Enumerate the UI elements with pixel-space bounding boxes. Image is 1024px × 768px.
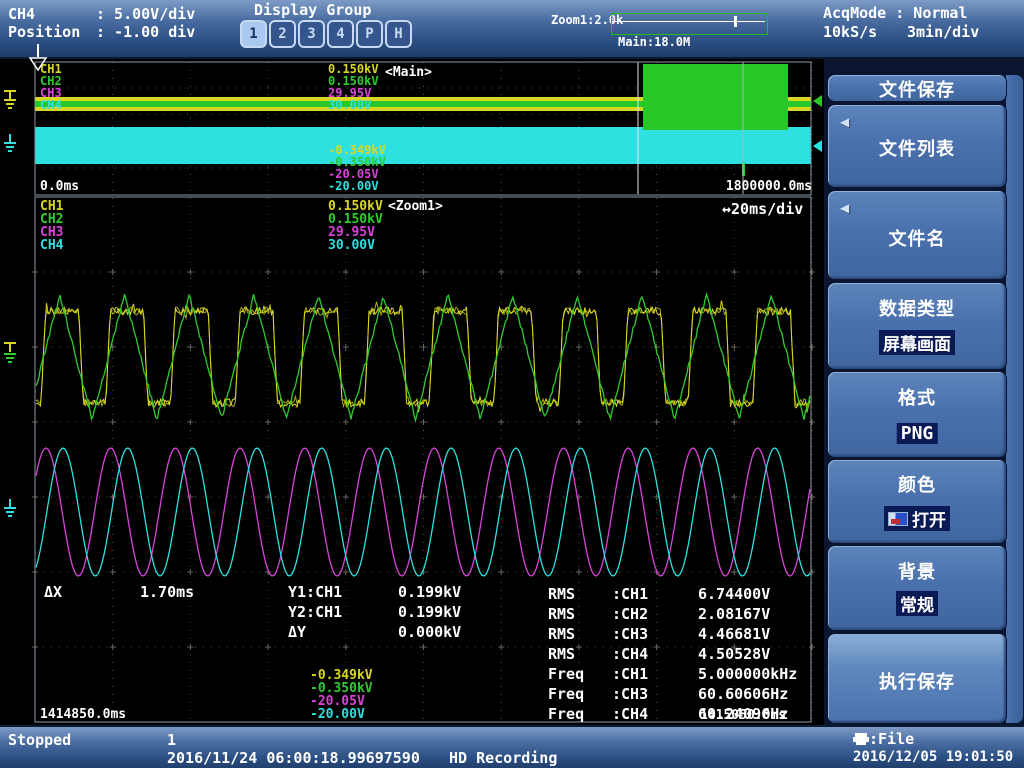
meas-val-6: 60.60606Hz xyxy=(698,685,788,703)
sample-rate-label: 10kS/s xyxy=(823,23,877,41)
color-button[interactable]: 颜色 打开 xyxy=(827,459,1007,544)
meas-ch-2: :CH2 xyxy=(612,605,648,623)
oscilloscope-screen: CH4 : 5.00V/div Position : -1.00 div Dis… xyxy=(0,0,1024,768)
meas-func-3: RMS xyxy=(548,625,575,643)
cursor-y2-label: Y2:CH1 xyxy=(288,603,342,621)
display-group-label: Display Group xyxy=(254,1,371,19)
zoom-window-title: <Zoom1> xyxy=(388,200,443,214)
main-record-length-label: Main:18.0M xyxy=(618,36,690,49)
printer-icon xyxy=(853,733,869,745)
display-group-buttons: 1 2 3 4 P H xyxy=(240,20,414,48)
position-label: Position xyxy=(8,23,80,41)
display-group-button-3[interactable]: 3 xyxy=(298,20,325,48)
meas-func-2: RMS xyxy=(548,605,575,623)
execute-save-button[interactable]: 执行保存 xyxy=(827,633,1007,724)
meas-val-4: 4.50528V xyxy=(698,645,770,663)
print-target: :File xyxy=(853,730,914,748)
active-channel-label: CH4 xyxy=(8,5,35,23)
acquisition-timestamp: 2016/11/24 06:00:18.99697590 xyxy=(167,749,420,767)
menu-title-bar: 文件保存 xyxy=(827,74,1007,102)
acquisition-state: Stopped xyxy=(8,731,71,749)
main-time-start: 0.0ms xyxy=(40,180,79,194)
display-group-button-p[interactable]: P xyxy=(356,20,383,48)
meas-func-6: Freq xyxy=(548,685,584,703)
data-type-value: 屏幕画面 xyxy=(879,330,955,355)
display-group-button-1[interactable]: 1 xyxy=(240,20,267,48)
menu-side-strip xyxy=(1005,74,1024,724)
meas-func-1: RMS xyxy=(548,585,575,603)
main-window-title: <Main> xyxy=(385,66,432,80)
zoom-ch4-label: CH4 xyxy=(40,239,63,253)
menu-title: 文件保存 xyxy=(828,76,1006,102)
meas-val-3: 4.46681V xyxy=(698,625,770,643)
meas-ch-6: :CH3 xyxy=(612,685,648,703)
cursor-y1-label: Y1:CH1 xyxy=(288,583,342,601)
ch4-ground-icon-main xyxy=(2,133,18,159)
delta-x-value: 1.70ms xyxy=(140,583,194,601)
display-group-button-2[interactable]: 2 xyxy=(269,20,296,48)
zoom-ch4-lower: -20.00V xyxy=(310,708,365,722)
trigger-position-arrow-icon xyxy=(28,44,48,72)
zoom-ch4-scale: 30.00V xyxy=(328,239,375,253)
left-arrow-icon: ◀ xyxy=(840,115,849,129)
background-value: 常规 xyxy=(896,591,938,616)
softkey-menu-panel: 文件保存 ◀ 文件列表 ◀ 文件名 数据类型 屏幕画面 格式 PNG 颜色 打开… xyxy=(824,57,1024,725)
meas-ch-1: :CH1 xyxy=(612,585,648,603)
position-value: : -1.00 div xyxy=(96,23,195,41)
ch1-ch2-ground-icon-zoom xyxy=(2,340,18,366)
file-list-button[interactable]: ◀ 文件列表 xyxy=(827,104,1007,188)
meas-val-2: 2.08167V xyxy=(698,605,770,623)
zoom-time-start: 1414850.0ms xyxy=(40,708,126,722)
meas-func-7: Freq xyxy=(548,705,584,723)
zoom-bar-line xyxy=(612,21,765,22)
meas-val-7: 60.24096Hz xyxy=(698,705,788,723)
file-name-button[interactable]: ◀ 文件名 xyxy=(827,190,1007,280)
zoom-position-bar[interactable] xyxy=(611,13,768,35)
meas-func-5: Freq xyxy=(548,665,584,683)
cursor-y1-value: 0.199kV xyxy=(398,583,461,601)
display-group-button-4[interactable]: 4 xyxy=(327,20,354,48)
record-number: 1 xyxy=(167,731,176,749)
main-ch4-lower: -20.00V xyxy=(328,180,379,193)
delta-x-label: ΔX xyxy=(44,583,62,601)
format-button[interactable]: 格式 PNG xyxy=(827,371,1007,458)
cursor-y2-value: 0.199kV xyxy=(398,603,461,621)
format-value: PNG xyxy=(897,423,938,444)
ch1-trigger-ground-icon xyxy=(2,88,18,114)
main-ch4-scale: 30.00V xyxy=(328,99,371,112)
meas-ch-5: :CH1 xyxy=(612,665,648,683)
data-type-button[interactable]: 数据类型 屏幕画面 xyxy=(827,282,1007,370)
zoom-timebase: ↔20ms/div xyxy=(722,200,803,218)
active-channel-scale: : 5.00V/div xyxy=(96,5,195,23)
delta-y-label: ΔY xyxy=(288,623,306,641)
delta-y-value: 0.000kV xyxy=(398,623,461,641)
zoom-bar-marker[interactable] xyxy=(734,16,737,27)
time-div-label: 3min/div xyxy=(907,23,979,41)
left-arrow-icon: ◀ xyxy=(840,201,849,215)
main-time-end: 1800000.0ms xyxy=(700,180,812,194)
top-status-bar: CH4 : 5.00V/div Position : -1.00 div Dis… xyxy=(0,0,1024,59)
main-ch4-label: CH4 xyxy=(40,99,62,112)
background-button[interactable]: 背景 常规 xyxy=(827,545,1007,631)
clock-datetime: 2016/12/05 19:01:50 xyxy=(853,749,1013,765)
color-grid-icon xyxy=(888,512,908,526)
meas-val-1: 6.74400V xyxy=(698,585,770,603)
hd-recording-label: HD Recording xyxy=(449,749,557,767)
ch3-ch4-ground-icon-zoom xyxy=(2,498,18,524)
color-value: 打开 xyxy=(884,506,950,531)
acq-mode-label: AcqMode : Normal xyxy=(823,4,968,22)
meas-ch-4: :CH4 xyxy=(612,645,648,663)
display-group-button-h[interactable]: H xyxy=(385,20,412,48)
bottom-status-bar: Stopped 1 2016/11/24 06:00:18.99697590 H… xyxy=(0,725,1024,768)
meas-ch-7: :CH4 xyxy=(612,705,648,723)
meas-func-4: RMS xyxy=(548,645,575,663)
meas-val-5: 5.000000kHz xyxy=(698,665,797,683)
meas-ch-3: :CH3 xyxy=(612,625,648,643)
